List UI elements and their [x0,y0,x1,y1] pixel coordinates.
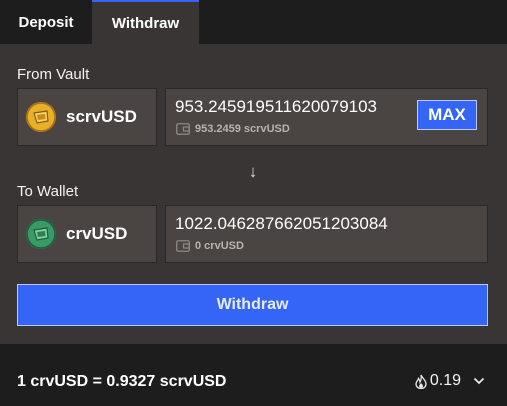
withdraw-button[interactable]: Withdraw [17,284,488,326]
apy-value: 0.19 [429,372,461,389]
scrvusd-coin-icon [26,102,56,132]
from-token-name: scrvUSD [66,107,137,126]
to-balance-value: 0 crvUSD [195,240,244,252]
from-balance-value: 953.2459 scrvUSD [195,123,290,135]
to-amount-value: 1022.046287662051203084 [175,214,388,233]
to-token-selector: crvUSD [17,205,157,263]
to-token-name: crvUSD [66,224,128,243]
tab-bar: Deposit Withdraw [0,0,507,44]
apy-info[interactable]: 0.19 [415,372,485,390]
to-balance: 0 crvUSD [176,240,244,252]
flame-icon [415,374,427,389]
from-amount-input[interactable]: 953.245919511620079103 [175,97,377,117]
withdraw-panel: From Vault scrvUSD 953.24591951162007910… [0,44,507,344]
footer-bar: 1 crvUSD = 0.9327 scrvUSD 0.19 [0,344,507,406]
from-amount-field[interactable]: 953.245919511620079103 953.2459 scrvUSD … [165,88,488,146]
wallet-icon [176,123,190,135]
from-token-selector: scrvUSD [17,88,157,146]
wallet-icon [176,240,190,252]
exchange-rate: 1 crvUSD = 0.9327 scrvUSD [17,373,227,390]
max-button[interactable]: MAX [417,100,477,130]
to-wallet-label: To Wallet [17,183,79,200]
from-vault-label: From Vault [17,66,90,83]
tab-withdraw[interactable]: Withdraw [92,0,199,44]
arrow-down-icon: ↓ [248,162,258,181]
to-amount-field: 1022.046287662051203084 0 crvUSD [165,205,488,263]
tab-deposit[interactable]: Deposit [0,0,92,44]
from-balance: 953.2459 scrvUSD [176,123,290,135]
crvusd-coin-icon [26,219,56,249]
chevron-down-icon[interactable] [473,377,485,385]
